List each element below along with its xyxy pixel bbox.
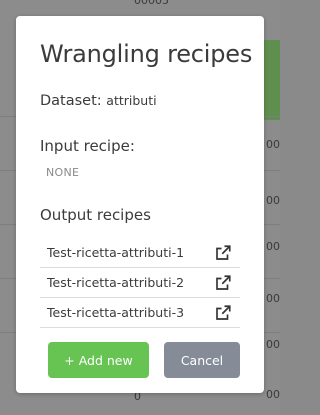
add-new-button[interactable]: + Add new xyxy=(48,342,149,378)
list-item: Test-ricetta-attributi-2 xyxy=(40,268,240,298)
external-link-icon[interactable] xyxy=(214,244,232,262)
output-recipes-label: Output recipes xyxy=(40,206,151,224)
input-recipe-label: Input recipe: xyxy=(40,137,135,155)
external-link-icon[interactable] xyxy=(214,274,232,292)
input-recipe-value: NONE xyxy=(46,166,80,179)
background-value: 000 xyxy=(266,240,280,253)
background-value: 000 xyxy=(266,194,280,207)
list-item: Test-ricetta-attributi-1 xyxy=(40,238,240,268)
recipe-name: Test-ricetta-attributi-3 xyxy=(47,305,185,320)
background-value: 000 xyxy=(266,138,280,151)
dataset-info: Dataset: attributi xyxy=(40,93,157,109)
recipe-name: Test-ricetta-attributi-1 xyxy=(47,245,185,260)
background-value: 000 xyxy=(266,292,280,305)
background-top-text: 00005 xyxy=(134,0,169,7)
wrangling-recipes-modal: Wrangling recipes Dataset: attributi Inp… xyxy=(16,16,264,393)
external-link-icon[interactable] xyxy=(214,304,232,322)
dataset-label: Dataset: xyxy=(40,93,102,109)
background-chart-bar xyxy=(264,40,280,120)
background-value: 000 xyxy=(266,338,280,351)
recipe-name: Test-ricetta-attributi-2 xyxy=(47,275,185,290)
list-item: Test-ricetta-attributi-3 xyxy=(40,298,240,328)
dataset-value: attributi xyxy=(106,93,157,108)
output-recipes-list: Test-ricetta-attributi-1 Test-ricetta-at… xyxy=(40,238,240,328)
modal-title: Wrangling recipes xyxy=(40,40,253,68)
cancel-button[interactable]: Cancel xyxy=(164,342,240,378)
background-value: 000 xyxy=(266,388,280,401)
